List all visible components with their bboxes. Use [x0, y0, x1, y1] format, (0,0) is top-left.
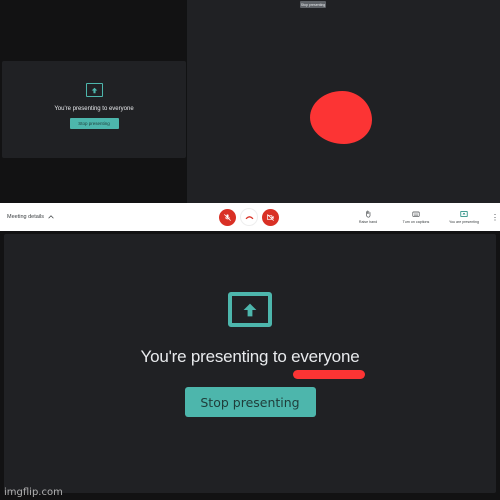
present-screen-icon [228, 292, 272, 327]
presenting-message: You're presenting to everyone [140, 347, 360, 366]
self-preview-panel: You're presenting to everyone Stop prese… [0, 0, 186, 203]
microphone-toggle-button[interactable] [219, 208, 236, 226]
camera-off-icon [266, 213, 274, 221]
presenting-panel: You're presenting to everyone Stop prese… [4, 234, 496, 493]
captions-icon [412, 211, 420, 217]
main-stage: You're presenting to everyone Stop prese… [0, 231, 500, 500]
raise-hand-button[interactable]: Raise hand [344, 203, 392, 231]
tooltip: Stop presenting [300, 1, 326, 8]
more-options-button[interactable]: ⋮ [490, 203, 500, 231]
participant-tile: Stop presenting [187, 0, 500, 203]
red-annotation-blob [310, 91, 372, 144]
hang-up-icon [245, 215, 253, 219]
meeting-details-label: Meeting details [7, 214, 44, 220]
presenting-preview-card: You're presenting to everyone Stop prese… [2, 61, 186, 158]
meeting-details-button[interactable]: Meeting details [7, 203, 54, 231]
stop-presenting-button[interactable]: Stop presenting [184, 387, 316, 417]
raise-hand-label: Raise hand [358, 220, 378, 224]
raise-hand-icon [366, 210, 371, 218]
presenting-message-container: You're presenting to everyone [140, 347, 366, 379]
call-controls [219, 208, 279, 226]
present-screen-icon [85, 83, 103, 97]
meeting-toolbar: Meeting details Raise hand Turn on capti… [0, 203, 500, 231]
watermark: imgflip.com [4, 487, 63, 498]
camera-toggle-button[interactable] [262, 208, 279, 226]
presenting-button[interactable]: You are presenting [440, 203, 488, 231]
mic-off-icon [224, 213, 231, 221]
toolbar-actions: Raise hand Turn on captions You are pres… [344, 203, 500, 231]
presenting-icon [460, 211, 468, 217]
stop-presenting-button[interactable]: Stop presenting [69, 118, 119, 129]
leave-call-button[interactable] [240, 208, 258, 226]
captions-button[interactable]: Turn on captions [392, 203, 440, 231]
presenting-label: You are presenting [448, 220, 480, 224]
chevron-up-icon [48, 215, 54, 219]
captions-label: Turn on captions [402, 220, 430, 224]
red-underline-annotation [293, 370, 366, 379]
more-vert-icon: ⋮ [491, 212, 499, 222]
presenting-message: You're presenting to everyone [54, 106, 134, 112]
